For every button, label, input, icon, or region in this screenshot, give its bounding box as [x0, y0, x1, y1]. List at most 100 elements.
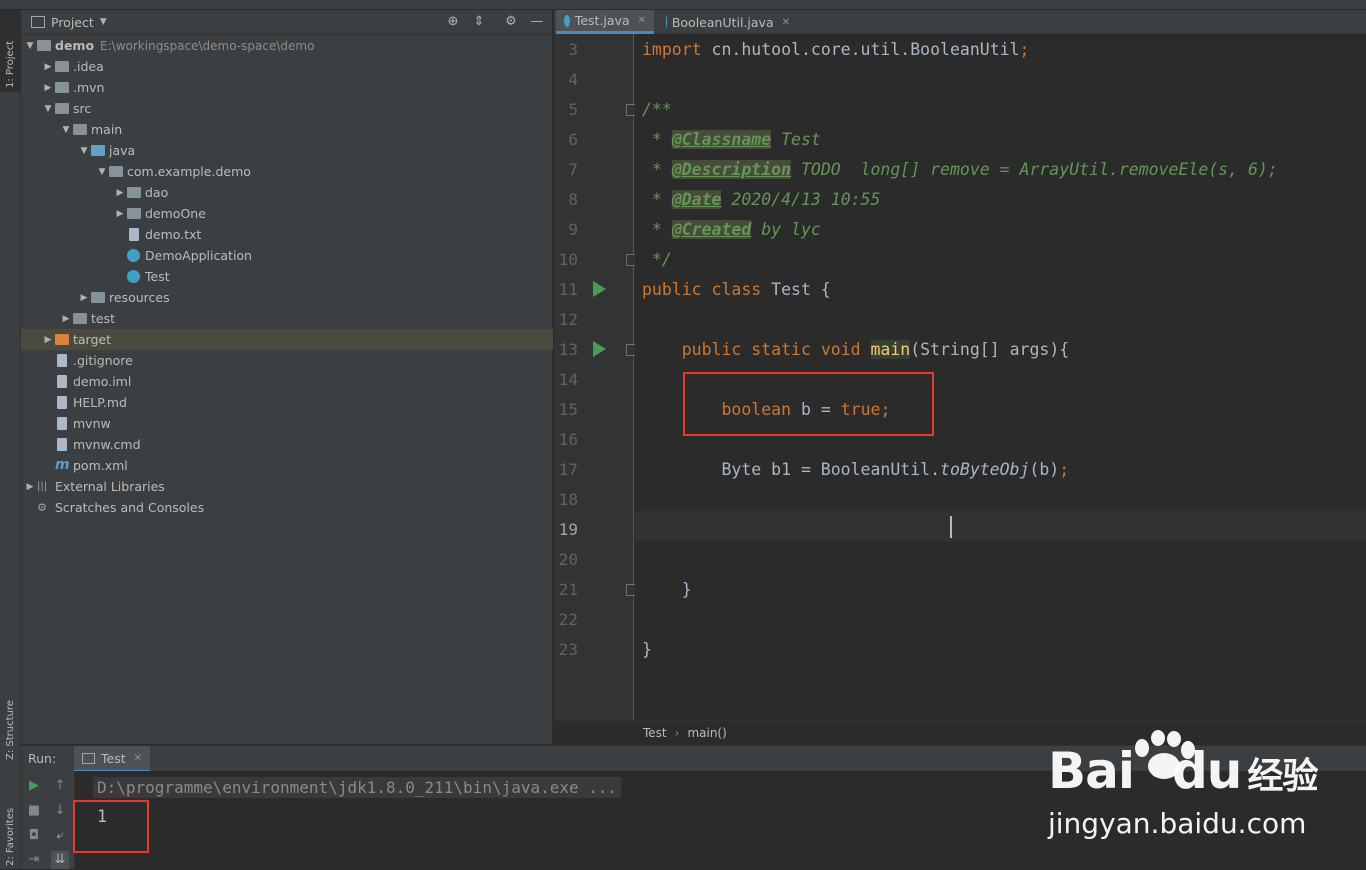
restore-layout-icon[interactable]: ⇥ — [25, 851, 43, 869]
annotation-box-code — [683, 372, 934, 436]
code-line: * @Classname Test — [642, 130, 821, 149]
class-icon — [564, 14, 570, 27]
run-toolbar: ▶ ↑ ■ ↓ ◘ ⤶ ⇥ ⇊ — [21, 771, 75, 869]
run-gutter-icon[interactable] — [593, 341, 606, 357]
tree-item[interactable]: HELP.md — [21, 392, 553, 413]
tree-item[interactable]: ▶ resources — [21, 287, 553, 308]
structure-tool-tab[interactable]: Z: Structure — [0, 682, 21, 764]
stop-icon[interactable]: ■ — [25, 802, 43, 820]
tab-booleanutil-java[interactable]: BooleanUtil.java ✕ — [658, 10, 798, 34]
tree-item[interactable]: m pom.xml — [21, 455, 553, 476]
line-number: 13 — [558, 340, 578, 359]
line-number: 15 — [558, 400, 578, 419]
locate-icon[interactable]: ⊕ — [445, 14, 461, 30]
tree-item[interactable]: ▼ src — [21, 98, 553, 119]
line-number: 6 — [568, 130, 578, 149]
chevron-right-icon[interactable]: ▶ — [41, 62, 55, 72]
chevron-down-icon[interactable]: ▼ — [59, 125, 73, 135]
run-gutter-icon[interactable] — [593, 281, 606, 297]
project-panel: Project ▼ ⊕ ⇕ ⚙ — ▼ demo E:\workingspace\d… — [21, 10, 553, 744]
rerun-icon[interactable]: ▶ — [25, 777, 43, 795]
tree-item-label: mvnw — [73, 416, 111, 431]
code-line: public static void main(String[] args){ — [681, 340, 1070, 359]
tree-item[interactable]: ▶ dao — [21, 182, 553, 203]
structure-tool-tab-label: Z: Structure — [5, 700, 16, 760]
code-line: } — [642, 640, 652, 659]
tab-test-java[interactable]: Test.java ✕ — [556, 10, 654, 34]
breadcrumb-item-class[interactable]: Test — [643, 726, 667, 740]
tree-item[interactable]: ▼ com.example.demo — [21, 161, 553, 182]
chevron-down-icon[interactable]: ▼ — [41, 104, 55, 114]
tree-item-label: java — [109, 143, 136, 158]
scroll-to-end-icon[interactable]: ⇊ — [51, 851, 69, 869]
chevron-right-icon[interactable]: ▶ — [41, 335, 55, 345]
hide-panel-icon[interactable]: — — [529, 14, 545, 30]
run-tab-test[interactable]: Test ✕ — [74, 746, 151, 772]
line-number: 10 — [558, 250, 578, 269]
collapse-all-icon[interactable]: ⇕ — [471, 14, 487, 30]
project-panel-title: Project — [51, 14, 94, 30]
tree-item[interactable]: ▶ .idea — [21, 56, 553, 77]
tree-item-label: demo.iml — [73, 374, 132, 389]
favorites-tool-tab[interactable]: 2: Favorites — [0, 780, 21, 870]
code-line: import cn.hutool.core.util.BooleanUtil; — [642, 40, 1030, 59]
tree-item[interactable]: demo.iml — [21, 371, 553, 392]
breadcrumb-item-method[interactable]: main() — [687, 726, 726, 740]
close-icon[interactable]: ✕ — [782, 17, 790, 28]
close-icon[interactable]: ✕ — [134, 753, 142, 764]
tree-item-label: main — [91, 122, 123, 137]
tree-item-label: resources — [109, 290, 170, 305]
code-line: /** — [642, 100, 672, 119]
tree-item[interactable]: ▶ .mvn — [21, 77, 553, 98]
editor-tab-bar: Test.java ✕ BooleanUtil.java ✕ — [554, 10, 1366, 34]
up-arrow-icon[interactable]: ↑ — [51, 777, 69, 795]
chevron-right-icon[interactable]: ▶ — [59, 314, 73, 324]
soft-wrap-icon[interactable]: ⤶ — [51, 827, 69, 845]
chevron-right-icon[interactable]: ▶ — [23, 482, 37, 492]
line-number: 14 — [558, 370, 578, 389]
class-icon — [666, 16, 667, 28]
chevron-down-icon[interactable]: ▼ — [23, 41, 37, 51]
tree-item[interactable]: mvnw.cmd — [21, 434, 553, 455]
console-command-line[interactable]: D:\programme\environment\jdk1.8.0_211\bi… — [93, 777, 622, 798]
gear-icon[interactable]: ⚙ — [503, 14, 519, 30]
tree-item[interactable]: ▶ ||| External Libraries — [21, 476, 553, 497]
code-line: */ — [642, 250, 672, 269]
chevron-right-icon[interactable]: ▶ — [113, 209, 127, 219]
project-tool-tab[interactable]: 1: Project — [0, 10, 21, 92]
down-arrow-icon[interactable]: ↓ — [51, 802, 69, 820]
line-number: 19 — [558, 520, 578, 539]
tree-item[interactable]: ⚙ Scratches and Consoles — [21, 497, 553, 518]
tree-item[interactable]: mvnw — [21, 413, 553, 434]
tree-item-label: pom.xml — [73, 458, 128, 473]
tree-item[interactable]: ▶ demoOne — [21, 203, 553, 224]
chevron-right-icon[interactable]: ▶ — [41, 83, 55, 93]
code-line: * @Description TODO long[] remove = Arra… — [642, 160, 1278, 179]
tree-item[interactable]: ▼ demo E:\workingspace\demo-space\demo — [21, 35, 553, 56]
project-view-selector[interactable]: Project ▼ — [31, 15, 107, 30]
chevron-right-icon[interactable]: ▶ — [77, 293, 91, 303]
tab-label: BooleanUtil.java — [671, 14, 774, 30]
code-line: } — [642, 580, 692, 599]
markdown-file-icon — [57, 396, 67, 409]
tree-item[interactable]: .gitignore — [21, 350, 553, 371]
chevron-right-icon[interactable]: ▶ — [113, 188, 127, 198]
project-panel-header: Project ▼ ⊕ ⇕ ⚙ — — [21, 10, 553, 35]
tree-item[interactable]: Test — [21, 266, 553, 287]
module-folder-icon — [37, 40, 51, 51]
tree-item[interactable]: ▼ java — [21, 140, 553, 161]
project-view-icon — [31, 16, 45, 28]
line-number: 9 — [568, 220, 578, 239]
code-line: * @Date 2020/4/13 10:55 — [642, 190, 881, 209]
camera-icon[interactable]: ◘ — [25, 827, 43, 845]
close-icon[interactable]: ✕ — [638, 15, 646, 26]
chevron-down-icon[interactable]: ▼ — [95, 167, 109, 177]
text-caret — [950, 516, 952, 538]
tree-item[interactable]: ▶ test — [21, 308, 553, 329]
tree-item[interactable]: DemoApplication — [21, 245, 553, 266]
tree-item[interactable]: demo.txt — [21, 224, 553, 245]
chevron-down-icon[interactable]: ▼ — [77, 146, 91, 156]
tree-item[interactable]: ▼ main — [21, 119, 553, 140]
chevron-down-icon: ▼ — [99, 17, 107, 27]
tree-item[interactable]: ▶ target — [21, 329, 553, 350]
